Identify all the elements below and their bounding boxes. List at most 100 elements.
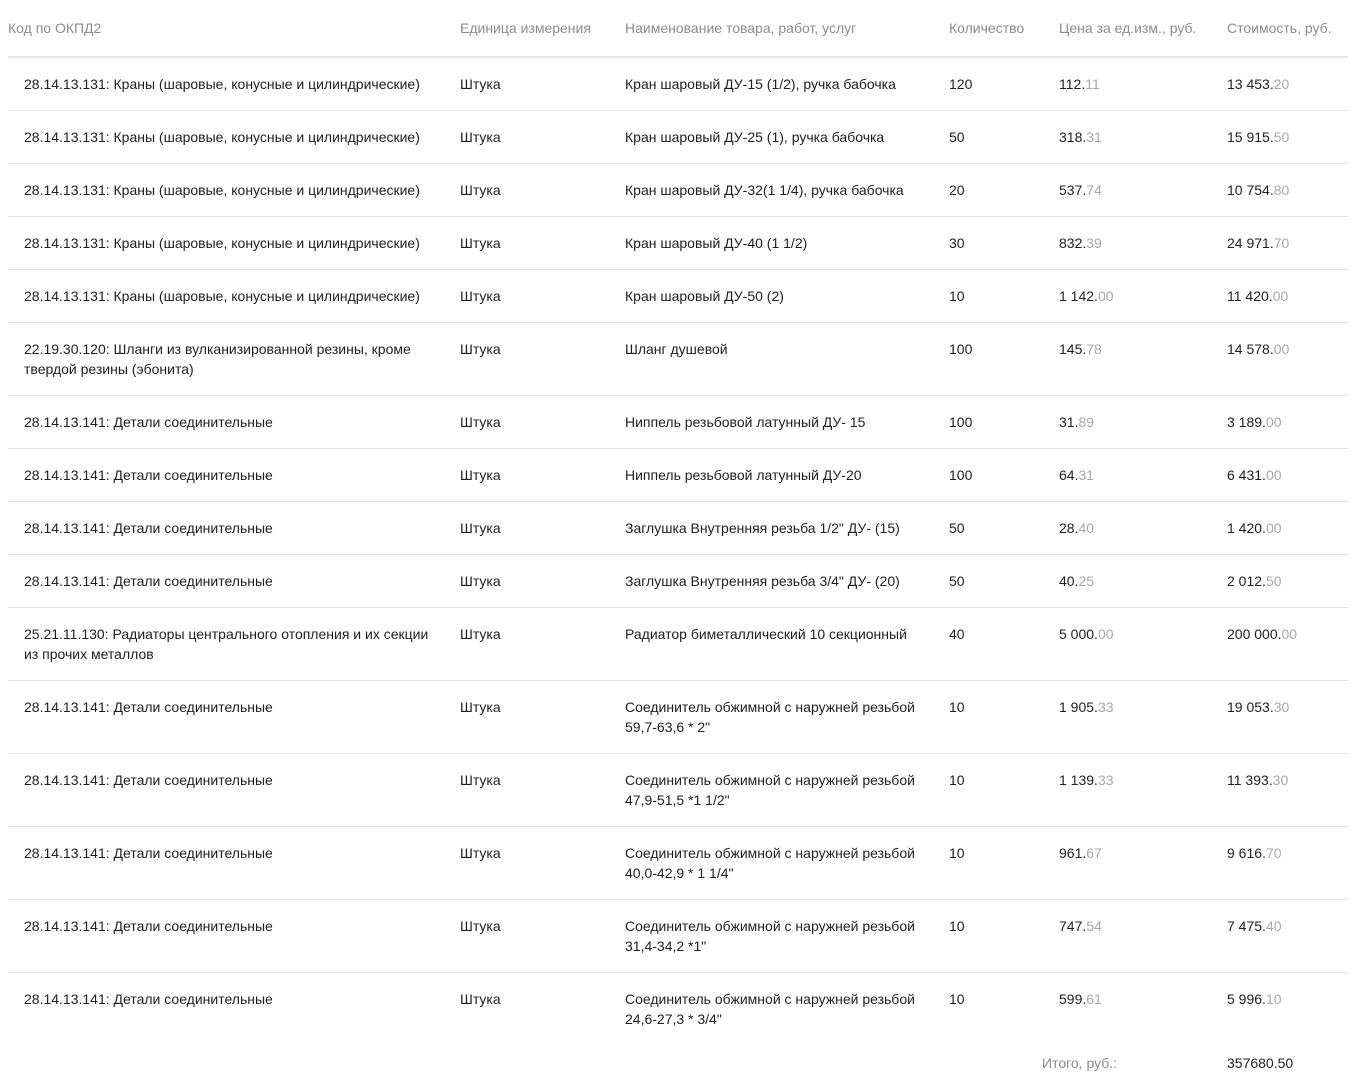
cell-item-name: Ниппель резьбовой латунный ДУ-20: [625, 448, 949, 502]
price-decimal: 00: [1097, 626, 1114, 642]
procurement-items-table-container: Код по ОКПД2 Единица измерения Наименова…: [8, 0, 1348, 1071]
price-integer: 537.: [1059, 182, 1087, 198]
price-decimal: 25: [1078, 573, 1095, 589]
price-decimal: 33: [1097, 772, 1114, 788]
cell-quantity: 10: [949, 680, 1059, 754]
cell-unit-price: 112.11: [1059, 57, 1227, 111]
price-decimal: 11: [1085, 76, 1100, 92]
cell-cost: 13 453.20: [1227, 57, 1348, 111]
table-row: 22.19.30.120: Шланги из вулканизированно…: [8, 322, 1348, 396]
cell-cost: 24 971.70: [1227, 216, 1348, 270]
cell-okpd2-code: 28.14.13.141: Детали соединительные: [8, 448, 460, 502]
cell-item-name: Соединитель обжимной с наружней резьбой …: [625, 826, 949, 900]
cell-cost: 15 915.50: [1227, 110, 1348, 164]
cell-unit-price: 537.74: [1059, 163, 1227, 217]
cell-unit: Штука: [460, 991, 501, 1007]
cost-decimal: 70: [1273, 235, 1290, 251]
cell-unit: Штука: [460, 57, 625, 111]
header-unit-price: Цена за ед.изм., руб.: [1059, 0, 1227, 58]
header-cost: Стоимость, руб.: [1227, 0, 1348, 58]
cost-integer: 2 012.: [1227, 573, 1266, 589]
price-decimal: 89: [1078, 414, 1095, 430]
cost-integer: 7 475.: [1227, 918, 1266, 934]
price-integer: 961.: [1059, 845, 1087, 861]
cell-item-name: Ниппель резьбовой латунный ДУ- 15: [625, 395, 949, 449]
cell-okpd2-code: 28.14.13.141: Детали соединительные: [8, 826, 460, 900]
total-value: 357680.50: [1227, 1055, 1294, 1071]
cell-unit: Штука: [460, 680, 625, 754]
cost-integer: 9 616.: [1227, 845, 1266, 861]
cell-cost: 200 000.00: [1227, 607, 1348, 681]
cost-decimal: 00: [1273, 341, 1290, 357]
price-decimal: 54: [1086, 918, 1102, 934]
cell-quantity: 100: [949, 322, 1059, 396]
table-row: 28.14.13.131: Краны (шаровые, конусные и…: [8, 216, 1348, 270]
cost-integer: 24 971.: [1227, 235, 1274, 251]
table-row: 28.14.13.131: Краны (шаровые, конусные и…: [8, 110, 1348, 164]
table-row: 25.21.11.130: Радиаторы центрального ото…: [8, 607, 1348, 681]
price-decimal: 31: [1078, 467, 1095, 483]
cell-unit: Штука: [460, 269, 625, 323]
cell-unit: Штука: [460, 163, 625, 217]
cell-item-name: Соединитель обжимной с наружней резьбой …: [625, 680, 949, 754]
cost-integer: 1 420.: [1227, 520, 1266, 536]
header-okpd2-code: Код по ОКПД2: [8, 0, 460, 58]
cell-item-name: Кран шаровый ДУ-15 (1/2), ручка бабочка: [625, 57, 949, 111]
cell-unit: Штука: [460, 607, 625, 681]
cost-decimal: 00: [1265, 520, 1282, 536]
table-row: 28.14.13.141: Детали соединительные Штука…: [8, 680, 1348, 754]
cell-quantity: 100: [949, 448, 1059, 502]
cell-quantity: 10: [949, 899, 1059, 973]
price-decimal: 39: [1086, 235, 1102, 251]
cell-unit: Штука: [460, 216, 625, 270]
cell-unit-price: 1 142.00: [1059, 269, 1227, 323]
cell-quantity: 10: [949, 826, 1059, 900]
table-row: 28.14.13.131: Краны (шаровые, конусные и…: [8, 57, 1348, 111]
total-row: Итого, руб.: 357680.50: [8, 1053, 1348, 1073]
cost-decimal: 50: [1273, 129, 1290, 145]
cell-item-name: Кран шаровый ДУ-40 (1 1/2): [625, 216, 949, 270]
cell-cost: 14 578.00: [1227, 322, 1348, 396]
cell-unit-price: 747.54: [1059, 899, 1227, 973]
price-integer: 28.: [1059, 520, 1079, 536]
cell-unit-price: 318.31: [1059, 110, 1227, 164]
cell-unit: Штука: [460, 501, 625, 555]
table-row: 28.14.13.141: Детали соединительные Штука…: [8, 501, 1348, 555]
price-decimal: 31: [1086, 129, 1102, 145]
cell-cost: 5 996.10: [1227, 973, 1348, 1046]
price-integer: 318.: [1059, 129, 1087, 145]
cell-quantity: 10: [949, 991, 965, 1007]
cell-unit-price: 1 905.33: [1059, 680, 1227, 754]
price-integer: 747.: [1059, 918, 1087, 934]
price-integer: 1 905.: [1059, 699, 1098, 715]
table-header: Код по ОКПД2 Единица измерения Наименова…: [8, 0, 1348, 58]
cell-quantity: 50: [949, 501, 1059, 555]
cell-unit: Штука: [460, 554, 625, 608]
cost-integer: 11 393.: [1227, 772, 1273, 788]
cell-item-name: Кран шаровый ДУ-25 (1), ручка бабочка: [625, 110, 949, 164]
cell-okpd2-code: 28.14.13.141: Детали соединительные: [8, 501, 460, 555]
cell-okpd2-code: 22.19.30.120: Шланги из вулканизированно…: [8, 322, 460, 396]
price-integer: 64.: [1059, 467, 1079, 483]
cell-cost: 11 420.00: [1227, 269, 1348, 323]
table-row: 28.14.13.141: Детали соединительные Штука…: [8, 753, 1348, 827]
cost-integer: 6 431.: [1227, 467, 1266, 483]
cell-item-name: Соединитель обжимной с наружней резьбой …: [625, 899, 949, 973]
cell-item-name: Соединитель обжимной с наружней резьбой …: [625, 753, 949, 827]
cell-okpd2-code: 28.14.13.131: Краны (шаровые, конусные и…: [8, 269, 460, 323]
table-row: 28.14.13.141: Детали соединительные Штука…: [8, 554, 1348, 608]
cell-unit-price: 31.89: [1059, 395, 1227, 449]
cell-unit: Штука: [460, 110, 625, 164]
cell-unit-price: 64.31: [1059, 448, 1227, 502]
cell-quantity: 20: [949, 163, 1059, 217]
cell-quantity: 100: [949, 395, 1059, 449]
table-row: 28.14.13.141: Детали соединительные Штука…: [8, 973, 1348, 1046]
price-integer: 1 139.: [1059, 772, 1098, 788]
cell-unit-price: 832.39: [1059, 216, 1227, 270]
header-unit: Единица измерения: [460, 0, 625, 58]
cell-unit: Штука: [460, 826, 625, 900]
cell-okpd2-code: 28.14.13.141: Детали соединительные: [8, 680, 460, 754]
cost-integer: 11 420.: [1227, 288, 1273, 304]
cell-cost: 6 431.00: [1227, 448, 1348, 502]
table-row: 28.14.13.141: Детали соединительные Штука…: [8, 899, 1348, 973]
